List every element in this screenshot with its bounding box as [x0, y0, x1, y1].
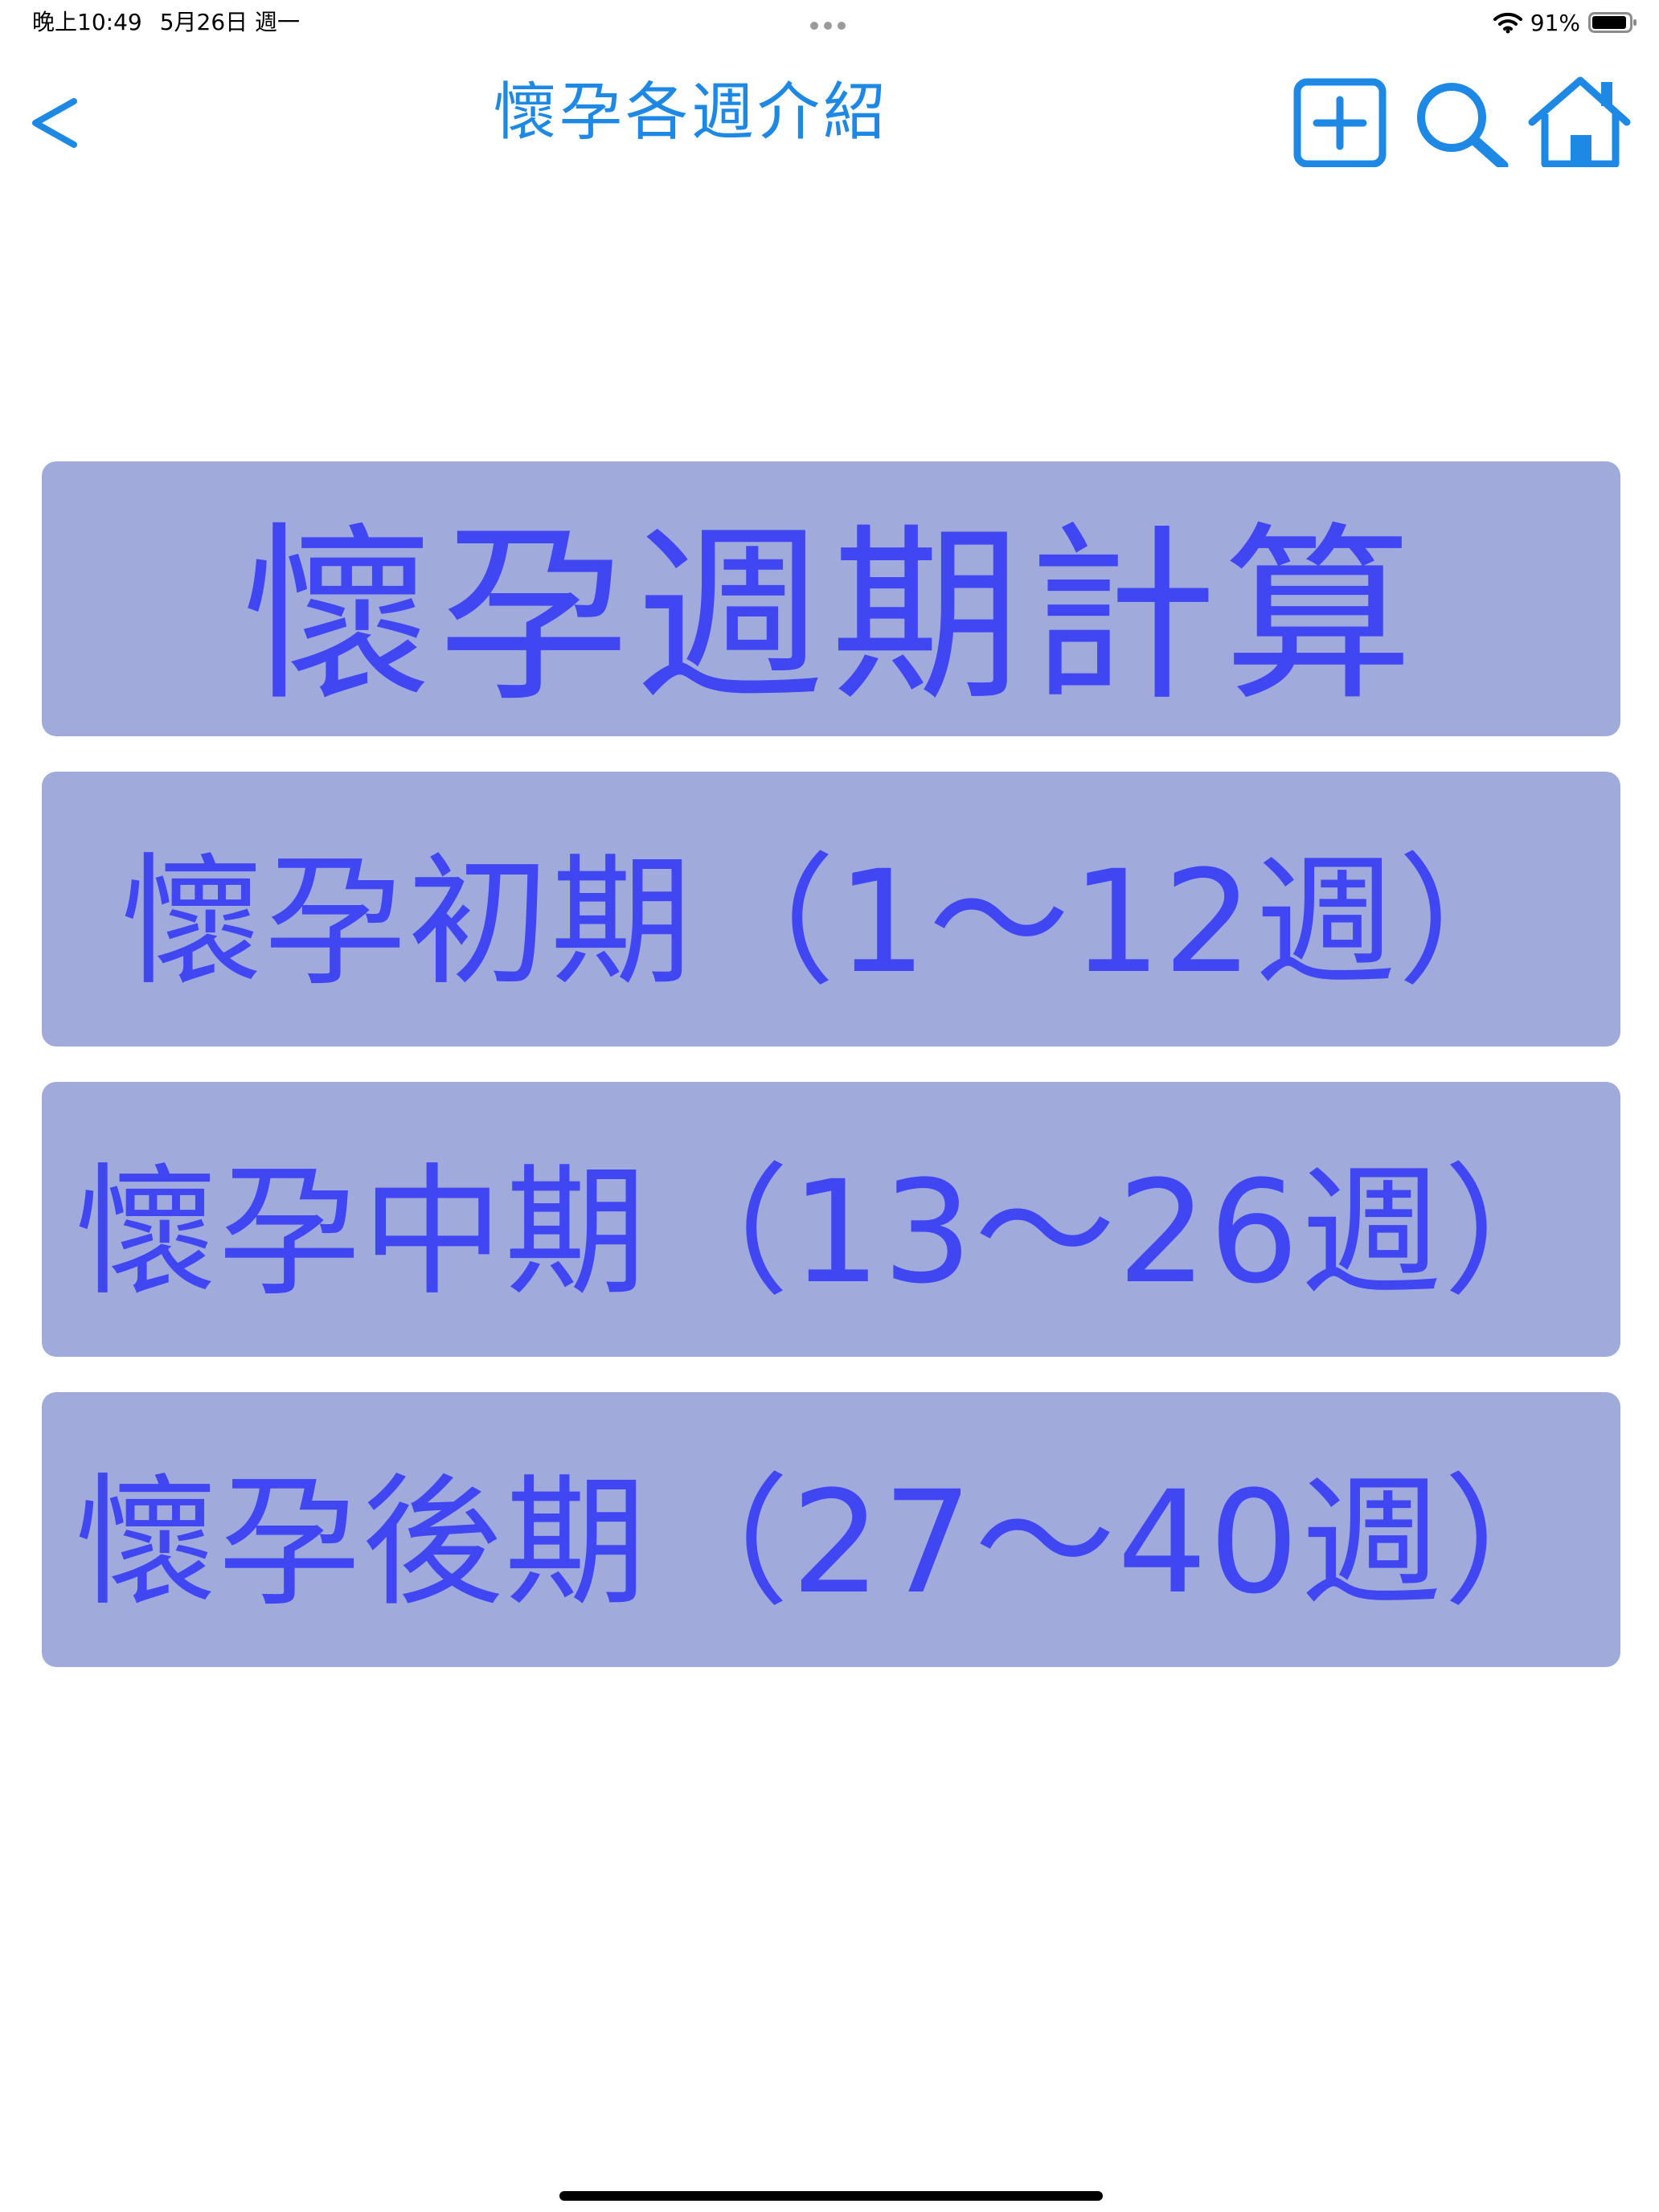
search-button[interactable]	[1408, 63, 1513, 171]
home-button[interactable]	[1527, 63, 1632, 168]
battery-percent: 91%	[1530, 9, 1580, 36]
wifi-icon	[1493, 12, 1522, 34]
battery-icon	[1588, 12, 1636, 33]
navigation-bar: 懷孕各週介紹	[0, 45, 1659, 171]
page-title: 懷孕各週介紹	[493, 76, 889, 149]
status-bar: 晚上10:49 5月26日 週一 91%	[0, 0, 1659, 45]
menu-button-label: 懷孕初期（1～12週）	[121, 839, 1541, 1005]
menu-button-label: 懷孕週期計算	[242, 506, 1419, 727]
status-indicators: 91%	[1493, 6, 1638, 39]
menu-list: 懷孕週期計算 懷孕初期（1～12週） 懷孕中期（13～26週） 懷孕後期（27～…	[42, 461, 1620, 1702]
chevron-left-icon	[32, 98, 77, 148]
home-indicator[interactable]	[559, 2191, 1103, 2201]
plus-square-icon	[1293, 78, 1387, 168]
home-icon	[1528, 76, 1631, 168]
menu-button-label: 懷孕後期（27～40週）	[76, 1460, 1587, 1625]
multitasking-dots-icon[interactable]	[810, 18, 855, 30]
add-button[interactable]	[1289, 63, 1394, 168]
status-time: 晚上10:49	[32, 9, 142, 35]
first-trimester-button[interactable]: 懷孕初期（1～12週）	[42, 772, 1620, 1047]
back-button[interactable]	[24, 77, 88, 150]
pregnancy-week-calculator-button[interactable]: 懷孕週期計算	[42, 461, 1620, 736]
search-icon	[1417, 83, 1509, 171]
status-time-date: 晚上10:49 5月26日 週一	[32, 6, 317, 39]
status-date: 5月26日 週一	[159, 9, 301, 35]
third-trimester-button[interactable]: 懷孕後期（27～40週）	[42, 1392, 1620, 1667]
second-trimester-button[interactable]: 懷孕中期（13～26週）	[42, 1082, 1620, 1357]
menu-button-label: 懷孕中期（13～26週）	[76, 1149, 1587, 1315]
